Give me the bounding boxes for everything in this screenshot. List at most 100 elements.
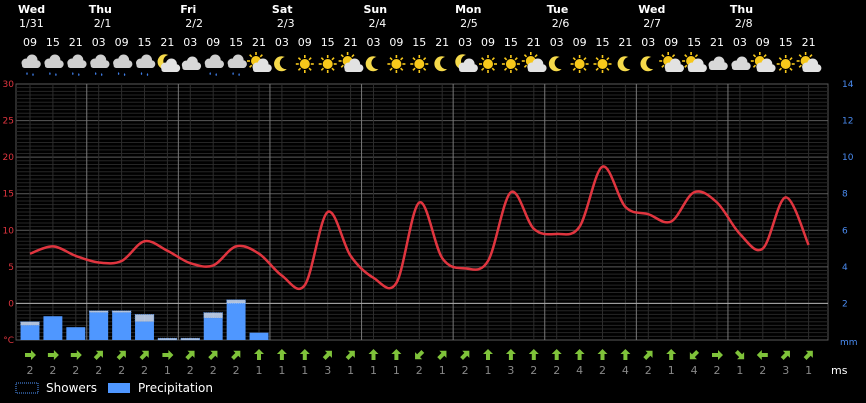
cloud-icon <box>731 56 751 70</box>
hour-label: 03 <box>367 36 381 49</box>
sun-icon <box>295 55 314 73</box>
wind-up-arrow-icon <box>276 349 287 360</box>
hour-label: 15 <box>412 36 426 49</box>
day-date-label: 1/31 <box>19 17 44 30</box>
sun-icon <box>318 55 337 73</box>
hour-label: 21 <box>344 36 358 49</box>
wind-speed-label: 2 <box>27 364 34 377</box>
hour-label: 15 <box>596 36 610 49</box>
wind-up-arrow-icon <box>299 349 310 360</box>
rain-cloud-icon <box>44 54 64 76</box>
cloud-icon <box>708 56 728 70</box>
hour-label: 21 <box>527 36 541 49</box>
day-date-label: 2/2 <box>185 17 203 30</box>
temperature-axis: 30 25 20 15 10 5 0 °C <box>3 80 15 346</box>
hour-label: 09 <box>206 36 220 49</box>
temperature-tick-label: 15 <box>3 190 14 200</box>
wind-speed-label: 1 <box>278 364 285 377</box>
wind-up-right-arrow-icon <box>185 350 195 360</box>
wind-speed-label: 2 <box>714 364 721 377</box>
sun-icon <box>501 55 520 73</box>
wind-up-arrow-icon <box>505 349 516 360</box>
day-date-label: 2/5 <box>460 17 478 30</box>
partly-cloudy-night-icon <box>455 54 478 72</box>
precipitation-tick-label: 4 <box>842 263 848 273</box>
precipitation-bar <box>226 303 246 340</box>
partly-cloudy-icon <box>521 52 547 72</box>
hour-label: 03 <box>641 36 655 49</box>
partly-cloudy-icon <box>247 52 272 72</box>
day-name-label: Thu <box>89 3 112 16</box>
clear-night-icon <box>434 56 448 72</box>
hour-label: 21 <box>160 36 174 49</box>
showers-bar <box>180 337 201 341</box>
legend-showers-swatch <box>15 382 39 394</box>
day-date-label: 2/7 <box>643 17 661 30</box>
day-date-label: 2/8 <box>735 17 753 30</box>
wind-up-right-arrow-icon <box>460 350 470 360</box>
precipitation-tick-label: 10 <box>842 153 854 163</box>
wind-speed-label: 2 <box>49 364 56 377</box>
temperature-unit-label: °C <box>3 336 14 346</box>
precipitation-bar <box>66 327 86 340</box>
wind-speed-label: 2 <box>645 364 652 377</box>
day-name-label: Tue <box>547 3 569 16</box>
wind-up-right-arrow-icon <box>345 350 355 360</box>
day-name-label: Sat <box>272 3 293 16</box>
hour-label: 09 <box>573 36 587 49</box>
wind-down-left-arrow-icon <box>415 350 425 360</box>
wind-speed-label: 2 <box>210 364 217 377</box>
wind-speed-label: 1 <box>485 364 492 377</box>
day-name-label: Thu <box>730 3 753 16</box>
day-name-label: Sun <box>364 3 388 16</box>
wind-speed-label: 1 <box>347 364 354 377</box>
temperature-tick-label: 5 <box>8 263 14 273</box>
wind-speed-label: 2 <box>462 364 469 377</box>
day-name-label: Wed <box>638 3 665 16</box>
wind-up-arrow-icon <box>391 349 402 360</box>
wind-up-right-arrow-icon <box>322 350 332 360</box>
wind-up-arrow-icon <box>666 349 677 360</box>
hour-label: 21 <box>802 36 816 49</box>
legend-precipitation-swatch <box>108 383 130 393</box>
chart-grid <box>15 83 829 341</box>
hour-label: 09 <box>115 36 129 49</box>
showers-bar <box>226 299 246 304</box>
temperature-tick-label: 20 <box>3 153 15 163</box>
temperature-tick-label: 10 <box>3 226 15 236</box>
hour-label: 03 <box>458 36 472 49</box>
wind-up-arrow-icon <box>551 349 562 360</box>
clear-night-icon <box>640 56 654 72</box>
precipitation-bar <box>20 325 40 340</box>
legend-precipitation-label: Precipitation <box>138 381 213 395</box>
precipitation-bar <box>135 321 154 340</box>
wind-unit-label: ms <box>831 364 848 377</box>
temperature-tick-label: 25 <box>3 117 14 127</box>
wind-speed-label: 1 <box>439 364 446 377</box>
wind-speed-label: 2 <box>187 364 194 377</box>
wind-speed-label: 3 <box>324 364 331 377</box>
clear-night-icon <box>274 56 287 72</box>
sun-icon <box>410 55 429 73</box>
rain-cloud-icon <box>136 54 156 76</box>
precipitation-tick-label: 8 <box>842 190 848 200</box>
showers-bar <box>20 321 40 326</box>
hour-label: 15 <box>687 36 701 49</box>
precipitation-axis: 14 12 10 8 6 4 2 mm <box>840 80 858 348</box>
wind-speed-label: 2 <box>233 364 240 377</box>
hour-label: 03 <box>550 36 564 49</box>
wind-up-arrow-icon <box>597 349 608 360</box>
hour-label: 15 <box>46 36 60 49</box>
wind-up-right-arrow-icon <box>93 350 103 360</box>
precipitation-bar <box>112 312 132 340</box>
sun-icon <box>479 55 497 73</box>
wind-left-arrow-icon <box>756 350 768 360</box>
precipitation-bar <box>89 312 109 340</box>
precipitation-tick-label: 2 <box>842 299 848 309</box>
wind-up-arrow-icon <box>254 349 264 360</box>
cloud-icon <box>181 56 202 70</box>
rain-cloud-icon <box>67 54 87 76</box>
wind-up-arrow-icon <box>620 349 631 360</box>
precipitation-bar <box>43 316 63 340</box>
clear-night-icon <box>617 56 631 72</box>
